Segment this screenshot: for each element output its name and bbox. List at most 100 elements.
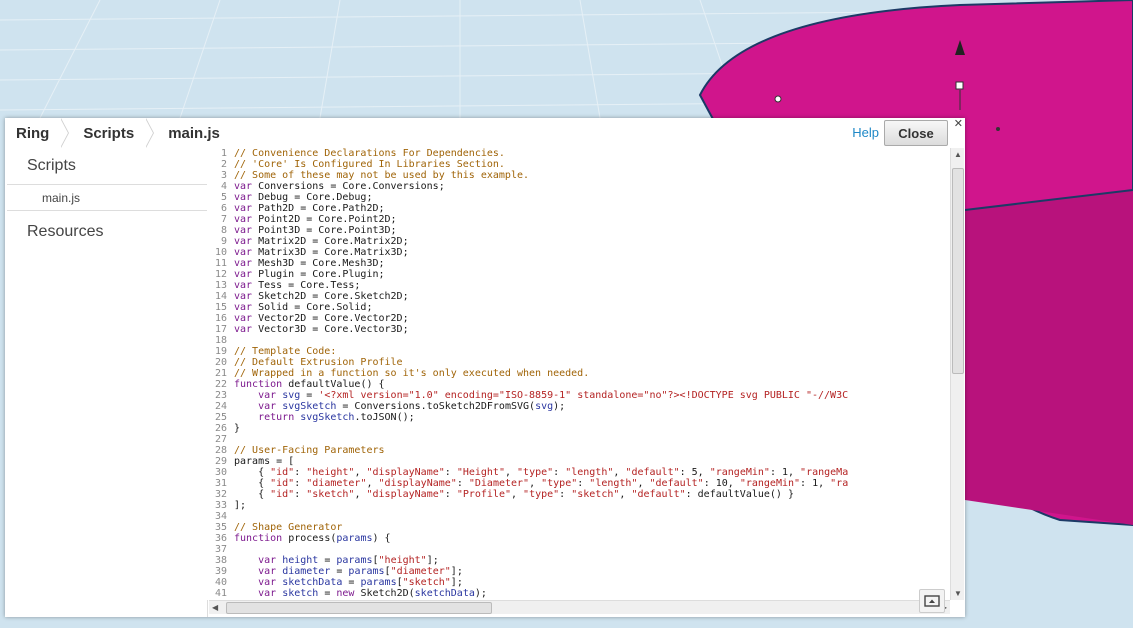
code-editor[interactable]: 1 // Convenience Declarations For Depende… [207, 148, 950, 600]
breadcrumb-main-js[interactable]: main.js [146, 118, 232, 148]
line-number: 12 [214, 269, 227, 280]
code-line[interactable]: 31 { "id": "diameter", "displayName": "D… [207, 478, 950, 489]
code-line[interactable]: 34 [207, 511, 950, 522]
line-number: 18 [214, 335, 227, 346]
code-line[interactable]: 13 var Tess = Core.Tess; [207, 280, 950, 291]
code-line[interactable]: 19 // Template Code: [207, 346, 950, 357]
code-line[interactable]: 38 var height = params["height"]; [207, 555, 950, 566]
line-number: 17 [214, 324, 227, 335]
scroll-up-arrow-icon[interactable]: ▲ [954, 150, 962, 159]
code-line[interactable]: 28 // User-Facing Parameters [207, 445, 950, 456]
code-text: var Matrix3D = Core.Matrix3D; [234, 247, 409, 258]
code-line[interactable]: 22 function defaultValue() { [207, 379, 950, 390]
line-number: 38 [214, 555, 227, 566]
code-line[interactable]: 29 params = [ [207, 456, 950, 467]
breadcrumb-scripts[interactable]: Scripts [61, 118, 155, 148]
code-line[interactable]: 9 var Matrix2D = Core.Matrix2D; [207, 236, 950, 247]
breadcrumb-ring[interactable]: Ring [5, 118, 70, 148]
line-number: 5 [220, 192, 227, 203]
code-line[interactable]: 39 var diameter = params["diameter"]; [207, 566, 950, 577]
sidebar: Scripts main.js Resources [5, 148, 208, 617]
code-text: return svgSketch.toJSON(); [258, 412, 415, 423]
code-line[interactable]: 5 var Debug = Core.Debug; [207, 192, 950, 203]
line-number: 13 [214, 280, 227, 291]
horizontal-scroll-thumb[interactable] [226, 602, 492, 614]
code-line[interactable]: 1 // Convenience Declarations For Depende… [207, 148, 950, 159]
line-number: 1 [220, 148, 227, 159]
code-line[interactable]: 40 var sketchData = params["sketch"]; [207, 577, 950, 588]
code-line[interactable]: 21 // Wrapped in a function so it's only … [207, 368, 950, 379]
code-text: function defaultValue() { [234, 379, 385, 390]
code-line[interactable]: 25 return svgSketch.toJSON(); [207, 412, 950, 423]
vertical-scrollbar[interactable]: ▲ ▼ [950, 148, 964, 600]
code-line[interactable]: 30 { "id": "height", "displayName": "Hei… [207, 467, 950, 478]
code-line[interactable]: 10 var Matrix3D = Core.Matrix3D; [207, 247, 950, 258]
line-number: 9 [220, 236, 227, 247]
code-text: var Plugin = Core.Plugin; [234, 269, 385, 280]
code-line[interactable]: 12 var Plugin = Core.Plugin; [207, 269, 950, 280]
code-line[interactable]: 16 var Vector2D = Core.Vector2D; [207, 313, 950, 324]
code-text: ]; [234, 500, 247, 511]
code-text: // Shape Generator [234, 522, 343, 533]
code-text: var sketch = new Sketch2D(sketchData); [258, 588, 487, 599]
breadcrumb-ring-label: Ring [16, 124, 50, 142]
code-text: var diameter = params["diameter"]; [258, 566, 463, 577]
code-text: // Default Extrusion Profile [234, 357, 403, 368]
code-line[interactable]: 41 var sketch = new Sketch2D(sketchData)… [207, 588, 950, 599]
code-line[interactable]: 35 // Shape Generator [207, 522, 950, 533]
scroll-left-arrow-icon[interactable]: ◀ [212, 603, 218, 612]
code-line[interactable]: 24 var svgSketch = Conversions.toSketch2… [207, 401, 950, 412]
code-text: { "id": "height", "displayName": "Height… [234, 467, 849, 478]
code-text: var Point3D = Core.Point3D; [234, 225, 397, 236]
code-text: var height = params["height"]; [258, 555, 439, 566]
code-line[interactable]: 2 // 'Core' Is Configured In Libraries Se… [207, 159, 950, 170]
code-line[interactable]: 3 // Some of these may not be used by thi… [207, 170, 950, 181]
breadcrumb-scripts-label: Scripts [83, 124, 135, 142]
sidebar-item-main-js[interactable]: main.js [7, 184, 207, 211]
vertical-scroll-thumb[interactable] [952, 168, 964, 374]
line-number: 40 [214, 577, 227, 588]
code-line[interactable]: 4 var Conversions = Core.Conversions; [207, 181, 950, 192]
breadcrumb: Ring Scripts main.js [5, 118, 232, 148]
line-number: 2 [220, 159, 227, 170]
code-line[interactable]: 23 var svg = '<?xml version="1.0" encodi… [207, 390, 950, 401]
line-number: 33 [214, 500, 227, 511]
line-number: 8 [220, 225, 227, 236]
code-line[interactable]: 27 [207, 434, 950, 445]
line-number: 35 [214, 522, 227, 533]
help-link[interactable]: Help [852, 125, 879, 140]
code-text: var Point2D = Core.Point2D; [234, 214, 397, 225]
line-number: 28 [214, 445, 227, 456]
code-line[interactable]: 18 [207, 335, 950, 346]
code-line[interactable]: 20 // Default Extrusion Profile [207, 357, 950, 368]
code-line[interactable]: 36 function process(params) { [207, 533, 950, 544]
code-text: var Debug = Core.Debug; [234, 192, 373, 203]
code-text: } [234, 423, 241, 434]
code-line[interactable]: 33]; [207, 500, 950, 511]
sidebar-heading-resources[interactable]: Resources [5, 211, 207, 250]
collapse-panel-icon [924, 595, 940, 607]
code-text: { "id": "diameter", "displayName": "Diam… [234, 478, 849, 489]
code-text: var Matrix2D = Core.Matrix2D; [234, 236, 409, 247]
code-line[interactable]: 26} [207, 423, 950, 434]
horizontal-scrollbar[interactable]: ◀ ▶ [209, 600, 950, 614]
line-number: 30 [214, 467, 227, 478]
collapse-panel-button[interactable] [919, 589, 945, 613]
code-line[interactable]: 7 var Point2D = Core.Point2D; [207, 214, 950, 225]
line-number: 15 [214, 302, 227, 313]
close-button[interactable]: Close [884, 120, 948, 146]
code-line[interactable]: 17 var Vector3D = Core.Vector3D; [207, 324, 950, 335]
code-line[interactable]: 6 var Path2D = Core.Path2D; [207, 203, 950, 214]
sidebar-heading-scripts[interactable]: Scripts [5, 148, 207, 184]
code-text: // Some of these may not be used by this… [234, 170, 530, 181]
code-line[interactable]: 8 var Point3D = Core.Point3D; [207, 225, 950, 236]
code-line[interactable]: 15 var Solid = Core.Solid; [207, 302, 950, 313]
code-line[interactable]: 11 var Mesh3D = Core.Mesh3D; [207, 258, 950, 269]
close-icon[interactable]: ✕ [954, 119, 963, 130]
code-line[interactable]: 32 { "id": "sketch", "displayName": "Pro… [207, 489, 950, 500]
scroll-down-arrow-icon[interactable]: ▼ [954, 589, 962, 598]
code-text: var Tess = Core.Tess; [234, 280, 361, 291]
code-line[interactable]: 37 [207, 544, 950, 555]
line-number: 29 [214, 456, 227, 467]
code-line[interactable]: 14 var Sketch2D = Core.Sketch2D; [207, 291, 950, 302]
